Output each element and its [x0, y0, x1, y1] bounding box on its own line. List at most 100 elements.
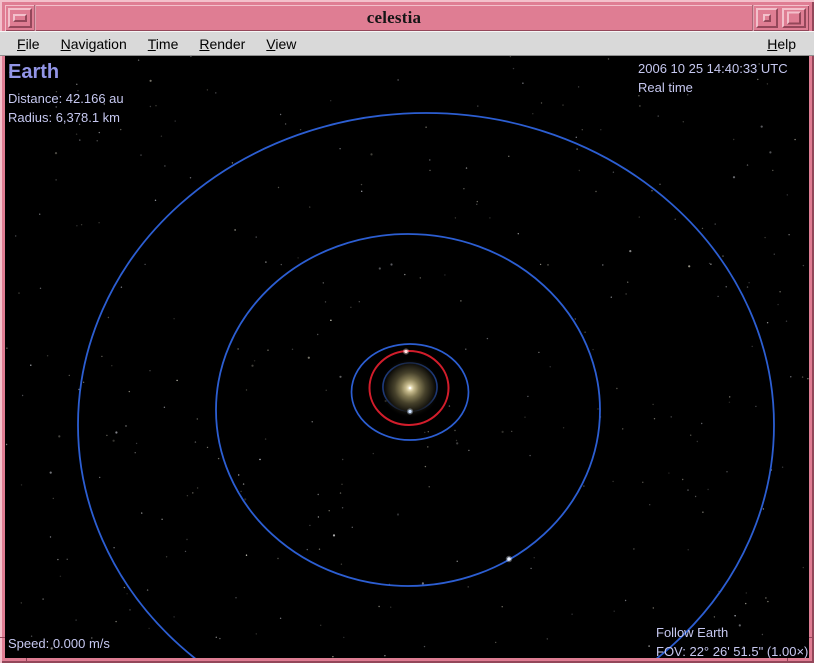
star	[502, 431, 504, 433]
star	[532, 113, 533, 114]
selection-radius: Radius: 6,378.1 km	[8, 108, 124, 127]
star	[155, 105, 156, 106]
star	[510, 56, 511, 57]
star	[185, 551, 186, 552]
star	[616, 388, 617, 389]
star	[113, 440, 115, 442]
star	[687, 489, 688, 490]
star	[173, 318, 174, 319]
star	[540, 264, 541, 265]
menu-navigation[interactable]: Navigation	[60, 34, 128, 54]
star	[76, 134, 77, 135]
menu-view[interactable]: View	[265, 34, 297, 54]
menu-time[interactable]: Time	[147, 34, 180, 54]
star	[429, 170, 430, 171]
sun-core[interactable]	[409, 387, 412, 390]
star	[625, 600, 626, 601]
star	[772, 170, 773, 171]
star	[690, 435, 691, 436]
iconify-button[interactable]	[8, 8, 32, 28]
menu-file[interactable]: File	[16, 34, 41, 54]
star	[280, 114, 281, 115]
planet-dot-jupiter[interactable]	[507, 557, 511, 561]
star	[487, 338, 488, 339]
star	[50, 536, 51, 537]
star	[186, 539, 187, 540]
stick-button[interactable]	[756, 8, 778, 28]
star	[121, 287, 122, 288]
planet-dot-venus[interactable]	[408, 410, 411, 413]
star	[746, 592, 747, 593]
star	[550, 366, 551, 367]
star	[460, 300, 461, 301]
star	[138, 60, 139, 61]
star	[361, 184, 362, 185]
star	[207, 447, 208, 448]
selection-name: Earth	[8, 60, 124, 84]
star	[541, 102, 542, 103]
star	[265, 261, 266, 262]
star	[106, 435, 107, 436]
star	[161, 136, 162, 137]
star	[254, 360, 255, 361]
star	[307, 549, 308, 550]
dash-icon	[13, 14, 27, 22]
star	[379, 267, 381, 269]
menubar: File Navigation Time Render View Help	[0, 31, 814, 56]
star	[69, 375, 70, 376]
menu-render[interactable]: Render	[198, 34, 246, 54]
star	[42, 598, 43, 599]
star	[378, 606, 379, 607]
star	[622, 428, 623, 429]
star	[6, 348, 7, 349]
star	[563, 427, 564, 428]
star	[256, 633, 257, 634]
star	[547, 264, 548, 265]
star	[682, 479, 683, 480]
star	[150, 106, 151, 107]
star	[79, 139, 80, 140]
follow-mode: Follow Earth	[656, 623, 808, 642]
maximize-button[interactable]	[782, 8, 806, 28]
star	[280, 618, 281, 619]
star	[397, 513, 399, 515]
star	[420, 277, 421, 278]
star	[729, 402, 730, 403]
star	[794, 139, 795, 140]
star	[595, 191, 596, 192]
star	[597, 408, 598, 409]
titlebar[interactable]: celestia	[5, 5, 809, 31]
star	[466, 167, 467, 168]
menu-help[interactable]: Help	[766, 34, 797, 54]
star	[192, 492, 193, 493]
star	[244, 498, 246, 500]
star	[359, 301, 360, 302]
star	[343, 637, 344, 638]
star	[767, 322, 768, 323]
space-viewport[interactable]: Earth Distance: 42.166 au Radius: 6,378.…	[5, 56, 809, 658]
star	[477, 105, 478, 106]
star	[502, 606, 503, 607]
star	[722, 255, 723, 256]
star	[197, 487, 198, 488]
star	[30, 365, 31, 366]
star	[578, 86, 579, 87]
small-square-icon	[763, 14, 771, 22]
star	[614, 611, 615, 612]
star	[99, 132, 100, 133]
star	[390, 263, 392, 265]
star	[235, 597, 236, 598]
star	[384, 655, 385, 656]
star	[58, 435, 60, 437]
star	[675, 219, 676, 220]
star	[774, 254, 775, 255]
star	[161, 519, 162, 520]
star	[579, 170, 580, 171]
star	[149, 370, 150, 371]
star	[709, 263, 710, 264]
star	[251, 365, 253, 367]
planet-dot-earth[interactable]	[404, 350, 407, 353]
star	[668, 472, 669, 473]
star	[424, 646, 425, 647]
star	[135, 452, 136, 453]
